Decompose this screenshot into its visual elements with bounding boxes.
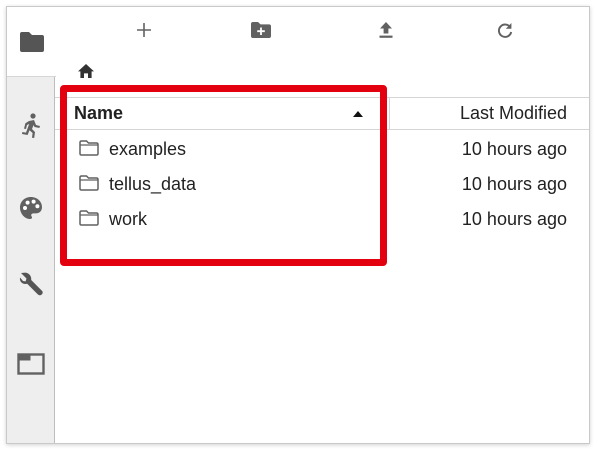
home-icon[interactable] (77, 63, 95, 84)
folder-icon (79, 175, 99, 196)
folder-plus-icon (250, 21, 272, 44)
palette-icon (19, 196, 43, 220)
name-column-label: Name (74, 103, 124, 123)
list-item[interactable]: tellus_data 10 hours ago (55, 167, 589, 202)
file-browser-toolbar (55, 7, 589, 57)
sidebar-tab-files[interactable] (7, 7, 56, 77)
breadcrumb (77, 63, 95, 83)
list-item[interactable]: examples 10 hours ago (55, 132, 589, 167)
sidebar-tab-running[interactable] (7, 91, 55, 161)
upload-icon (378, 21, 394, 44)
file-list: examples 10 hours ago tellus_data 10 hou… (55, 132, 589, 237)
last-modified-column-header[interactable]: Last Modified (460, 98, 567, 129)
file-modified: 10 hours ago (461, 174, 567, 194)
upload-button[interactable] (371, 19, 401, 45)
new-folder-button[interactable] (246, 19, 276, 45)
file-browser-window: Name Last Modified examples 10 hours ago… (6, 6, 590, 444)
file-name: examples (109, 139, 187, 159)
refresh-icon (496, 21, 514, 44)
file-name: work (109, 209, 148, 229)
last-modified-column-label: Last Modified (459, 103, 567, 123)
file-modified: 10 hours ago (461, 139, 567, 159)
wrench-icon (18, 271, 44, 297)
folder-icon (79, 210, 99, 231)
folder-icon (79, 140, 99, 161)
sidebar-tab-commands[interactable] (7, 173, 55, 243)
file-name: tellus_data (109, 174, 197, 194)
tab-icon (17, 353, 45, 375)
sort-ascending-icon (353, 111, 363, 117)
folder-icon (19, 31, 45, 53)
sidebar-tab-settings[interactable] (7, 249, 55, 319)
sidebar-tab-tabs[interactable] (7, 329, 55, 399)
file-list-header: Name Last Modified (55, 97, 589, 130)
plus-icon (136, 22, 152, 43)
new-launcher-button[interactable] (129, 19, 159, 45)
file-modified: 10 hours ago (461, 209, 567, 229)
running-icon (20, 113, 42, 139)
file-browser-panel: Name Last Modified examples 10 hours ago… (55, 7, 589, 443)
name-column-header[interactable]: Name (55, 98, 390, 129)
list-item[interactable]: work 10 hours ago (55, 202, 589, 237)
left-sidebar (7, 7, 56, 443)
refresh-button[interactable] (490, 19, 520, 45)
